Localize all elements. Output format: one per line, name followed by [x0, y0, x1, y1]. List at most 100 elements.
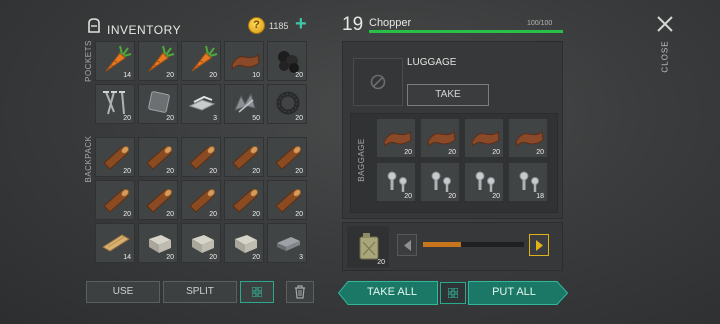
- inventory-slot[interactable]: 20: [376, 118, 416, 158]
- item-quantity: 50: [252, 115, 260, 122]
- inventory-slot[interactable]: 20: [138, 137, 178, 177]
- leather-icon: [383, 131, 412, 148]
- iron-bars-icon: [188, 95, 216, 111]
- grid-icon: [448, 288, 458, 298]
- scrap-metal-icon: [234, 92, 256, 113]
- take-all-button[interactable]: TAKE ALL: [348, 286, 436, 298]
- inventory-slot[interactable]: 20: [224, 137, 264, 177]
- inventory-slot[interactable]: 20: [420, 118, 460, 158]
- inventory-slot[interactable]: 20: [181, 180, 221, 220]
- item-quantity: 10: [252, 72, 260, 79]
- item-quantity: 20: [166, 211, 174, 218]
- inventory-slot[interactable]: 10: [224, 41, 264, 81]
- luggage-label: LUGGAGE: [407, 57, 457, 68]
- inventory-slot[interactable]: 3: [267, 223, 307, 263]
- inventory-slot[interactable]: 20: [95, 84, 135, 124]
- item-quantity: 20: [166, 254, 174, 261]
- container-sort-button[interactable]: [440, 282, 466, 304]
- item-quantity: 3: [299, 254, 303, 261]
- steel-ingot-icon: [277, 237, 300, 251]
- jerrycan-icon: [359, 233, 379, 260]
- item-quantity: 20: [123, 211, 131, 218]
- item-quantity: 3: [213, 115, 217, 122]
- use-button[interactable]: USE: [86, 281, 160, 303]
- fuel-decrease-button[interactable]: [397, 234, 417, 256]
- split-button[interactable]: SPLIT: [163, 281, 237, 303]
- fuel-qty: 20: [377, 259, 385, 266]
- health-bar: [369, 30, 563, 33]
- item-quantity: 20: [252, 168, 260, 175]
- inventory-slot[interactable]: 20: [420, 162, 460, 202]
- item-quantity: 20: [209, 254, 217, 261]
- inventory-slot[interactable]: 20: [224, 223, 264, 263]
- carrot-icon: [148, 45, 175, 72]
- chevron-left-icon: [404, 240, 411, 251]
- nails-icon: [103, 91, 125, 115]
- grid-icon: [252, 287, 262, 297]
- backpack-grid: 20 20 20 20 20 20 20 20 20 20 14 20 20 20 3: [95, 137, 307, 263]
- carrot-icon: [191, 45, 218, 72]
- rubber-tire-icon: [276, 91, 300, 115]
- player-name: Chopper: [369, 17, 412, 29]
- close-label[interactable]: CLOSE: [661, 32, 670, 82]
- fuel-increase-button[interactable]: [529, 234, 549, 256]
- inventory-slot[interactable]: 20: [95, 137, 135, 177]
- inventory-slot[interactable]: 20: [138, 223, 178, 263]
- inventory-slot[interactable]: 20: [267, 137, 307, 177]
- item-quantity: 20: [123, 168, 131, 175]
- pockets-label: POCKETS: [84, 40, 93, 82]
- inventory-slot[interactable]: 20: [267, 84, 307, 124]
- inventory-slot[interactable]: 3: [181, 84, 221, 124]
- inventory-slot[interactable]: 20: [181, 137, 221, 177]
- sort-grid-button[interactable]: [240, 281, 274, 303]
- take-button[interactable]: TAKE: [407, 84, 489, 106]
- inventory-slot[interactable]: 20: [508, 118, 548, 158]
- fuel-slot[interactable]: 20: [347, 226, 389, 268]
- inventory-slot[interactable]: 20: [181, 41, 221, 81]
- inventory-slot[interactable]: 14: [95, 223, 135, 263]
- item-quantity: 20: [295, 211, 303, 218]
- log-icon: [103, 189, 130, 213]
- stone-block-icon: [235, 235, 257, 253]
- add-coins-button[interactable]: +: [295, 14, 307, 34]
- log-icon: [232, 146, 259, 170]
- item-quantity: 20: [295, 72, 303, 79]
- luggage-slot[interactable]: [353, 58, 403, 106]
- leather-icon: [427, 131, 456, 148]
- item-quantity: 20: [209, 211, 217, 218]
- bolts-icon: [431, 171, 451, 192]
- put-all-button[interactable]: PUT ALL: [470, 286, 558, 298]
- inventory-slot[interactable]: 20: [138, 180, 178, 220]
- inventory-slot[interactable]: 50: [224, 84, 264, 124]
- inventory-slot[interactable]: 18: [508, 162, 548, 202]
- inventory-slot[interactable]: 20: [138, 41, 178, 81]
- item-quantity: 20: [295, 115, 303, 122]
- inventory-slot[interactable]: 20: [224, 180, 264, 220]
- player-level: 19: [342, 14, 364, 35]
- inventory-slot[interactable]: 20: [181, 223, 221, 263]
- plank-icon: [102, 234, 130, 252]
- trash-icon: [295, 285, 305, 299]
- log-icon: [146, 189, 173, 213]
- inventory-slot[interactable]: 20: [464, 162, 504, 202]
- inventory-slot[interactable]: 20: [138, 84, 178, 124]
- item-quantity: 20: [166, 72, 174, 79]
- bolts-icon: [519, 171, 539, 192]
- trash-button[interactable]: [286, 281, 314, 303]
- inventory-slot[interactable]: 14: [95, 41, 135, 81]
- inventory-slot[interactable]: 20: [267, 180, 307, 220]
- bolts-icon: [387, 171, 407, 192]
- chevron-right-icon: [536, 240, 543, 251]
- item-quantity: 20: [209, 168, 217, 175]
- item-quantity: 20: [404, 149, 412, 156]
- log-icon: [146, 146, 173, 170]
- log-icon: [103, 146, 130, 170]
- inventory-slot[interactable]: 20: [464, 118, 504, 158]
- backpack-label: BACKPACK: [84, 135, 93, 183]
- inventory-slot[interactable]: 20: [267, 41, 307, 81]
- inventory-slot[interactable]: 20: [95, 180, 135, 220]
- item-quantity: 20: [492, 193, 500, 200]
- inventory-slot[interactable]: 20: [376, 162, 416, 202]
- leather-icon: [515, 131, 544, 148]
- inventory-title: INVENTORY: [107, 23, 182, 37]
